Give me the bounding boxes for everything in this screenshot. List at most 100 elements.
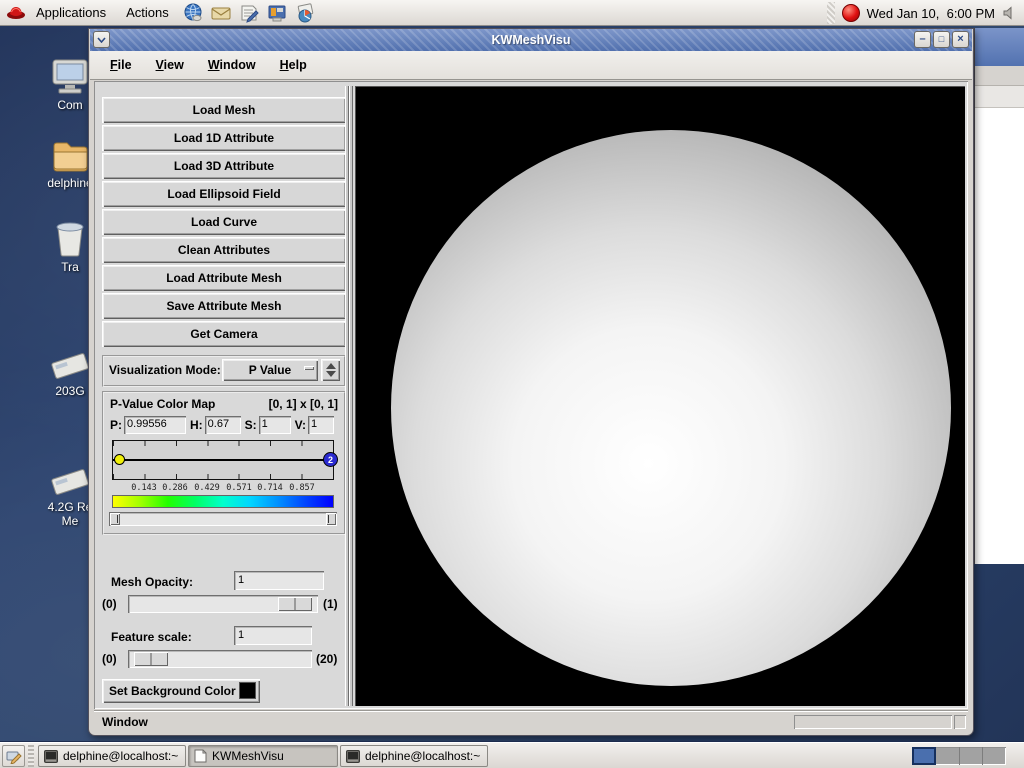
background-window-toolbar2 [975, 86, 1024, 108]
visualization-mode-label: Visualization Mode: [109, 363, 221, 377]
colormap-point-start[interactable] [114, 454, 125, 465]
color-map-range: [0, 1] x [0, 1] [269, 397, 338, 411]
ticks-bottom [113, 474, 333, 479]
workspace-4[interactable] [983, 747, 1006, 765]
save-attribute-mesh-button[interactable]: Save Attribute Mesh [102, 293, 346, 319]
clean-attributes-button[interactable]: Clean Attributes [102, 237, 346, 263]
visualization-mode-dropdown[interactable]: P Value [222, 359, 318, 381]
colormap-point-end[interactable]: 2 [323, 452, 338, 467]
document-icon [194, 749, 207, 763]
background-color-swatch [239, 682, 256, 699]
status-text: Window [102, 715, 148, 729]
p-field[interactable]: 0.99556 [124, 416, 186, 434]
transfer-function-editor[interactable]: 2 [112, 440, 334, 480]
spinner-arrows[interactable] [321, 359, 340, 381]
load-curve-button[interactable]: Load Curve [102, 209, 346, 235]
menu-help[interactable]: Help [268, 54, 319, 76]
arrow-down-icon [326, 371, 336, 377]
volume-icon[interactable] [1002, 5, 1018, 21]
calc-icon[interactable] [294, 2, 316, 24]
color-map-frame: P-Value Color Map [0, 1] x [0, 1] P: 0.9… [102, 391, 346, 535]
workspace-switcher [912, 747, 1006, 765]
menu-file[interactable]: File [98, 54, 144, 76]
menu-view[interactable]: View [144, 54, 196, 76]
workspace-1[interactable] [912, 747, 936, 765]
arrow-up-icon [326, 363, 336, 369]
window-menu-button[interactable] [93, 31, 110, 48]
feature-scale-max: (20) [316, 652, 337, 666]
top-panel: Applications Actions Wed Jan 10, 6:00 PM [0, 0, 1024, 26]
render-viewport[interactable] [355, 86, 965, 706]
task-terminal-1[interactable]: delphine@localhost:~ [38, 745, 186, 767]
workspace-2[interactable] [936, 747, 960, 765]
taskbar-drag-handle[interactable] [28, 745, 34, 767]
email-icon[interactable] [210, 2, 232, 24]
range-handle-left[interactable] [110, 513, 120, 525]
mesh-opacity-label: Mesh Opacity: [111, 575, 193, 589]
redhat-menu-icon[interactable] [6, 3, 26, 23]
terminal-icon [346, 750, 360, 763]
mesh-sphere [391, 130, 951, 686]
pane-splitter[interactable] [345, 86, 353, 706]
v-field[interactable]: 1 [308, 416, 334, 434]
p-label: P: [110, 418, 122, 432]
taskbar: delphine@localhost:~ KWMeshVisu delphine… [0, 742, 1024, 768]
h-label: H: [190, 418, 203, 432]
clock[interactable]: Wed Jan 10, 6:00 PM [867, 6, 995, 21]
color-map-fields: P: 0.99556 H: 0.67 S: 1 V: 1 [108, 415, 342, 435]
feature-scale-label: Feature scale: [111, 630, 192, 644]
window-title: KWMeshVisu [89, 29, 973, 51]
load-attribute-mesh-button[interactable]: Load Attribute Mesh [102, 265, 346, 291]
feature-scale-handle[interactable] [134, 652, 168, 666]
update-notifier-icon[interactable] [842, 4, 860, 22]
load-mesh-button[interactable]: Load Mesh [102, 97, 346, 123]
workspace-3[interactable] [960, 747, 984, 765]
set-background-color-button[interactable]: Set Background Color [102, 679, 260, 703]
h-field[interactable]: 0.67 [205, 416, 241, 434]
menubar: File View Window Help [90, 51, 972, 80]
actions-menu[interactable]: Actions [116, 0, 179, 26]
close-button[interactable]: × [952, 31, 969, 48]
option-dash-icon [304, 366, 314, 370]
colormap-range-slider[interactable] [109, 512, 337, 526]
terminal-icon [44, 750, 58, 763]
background-window[interactable] [974, 28, 1024, 564]
load-3d-attribute-button[interactable]: Load 3D Attribute [102, 153, 346, 179]
progress-field [794, 715, 952, 729]
mesh-opacity-handle[interactable] [278, 597, 312, 611]
impress-icon[interactable] [266, 2, 288, 24]
minimize-button[interactable]: – [914, 31, 931, 48]
s-field[interactable]: 1 [259, 416, 291, 434]
feature-scale-min: (0) [102, 652, 117, 666]
visualization-mode-frame: Visualization Mode: P Value [102, 355, 346, 387]
panel-drag-handle[interactable] [827, 2, 835, 24]
task-kwmeshvisu[interactable]: KWMeshVisu [188, 745, 338, 767]
resize-grip[interactable] [954, 715, 966, 729]
desktop: Com delphine Tra 203G 4.2G Re Me KWMesh [0, 0, 1024, 768]
get-camera-button[interactable]: Get Camera [102, 321, 346, 347]
menu-window[interactable]: Window [196, 54, 268, 76]
mesh-opacity-field[interactable]: 1 [234, 571, 324, 590]
v-label: V: [295, 418, 306, 432]
task-terminal-2[interactable]: delphine@localhost:~ [340, 745, 488, 767]
chevron-down-icon [97, 37, 106, 43]
range-handle-right[interactable] [326, 513, 336, 525]
mesh-opacity-slider[interactable] [128, 595, 318, 613]
show-desktop-button[interactable] [2, 745, 25, 767]
load-1d-attribute-button[interactable]: Load 1D Attribute [102, 125, 346, 151]
feature-scale-field[interactable]: 1 [234, 626, 312, 645]
function-line [113, 459, 333, 461]
ticks-top [113, 441, 333, 446]
feature-scale-slider[interactable] [128, 650, 312, 668]
mesh-opacity-max: (1) [323, 597, 338, 611]
applications-menu[interactable]: Applications [26, 0, 116, 26]
tick-labels: 0.143 0.286 0.429 0.571 0.714 0.857 [112, 483, 334, 493]
maximize-button[interactable]: □ [933, 31, 950, 48]
background-window-titlebar [975, 28, 1024, 66]
load-ellipsoid-field-button[interactable]: Load Ellipsoid Field [102, 181, 346, 207]
kwmeshvisu-window: KWMeshVisu – □ × File View Window Help L… [88, 28, 974, 736]
writer-icon[interactable] [238, 2, 260, 24]
colormap-gradient [112, 495, 334, 508]
background-window-toolbar [975, 66, 1024, 86]
web-browser-icon[interactable] [182, 2, 204, 24]
